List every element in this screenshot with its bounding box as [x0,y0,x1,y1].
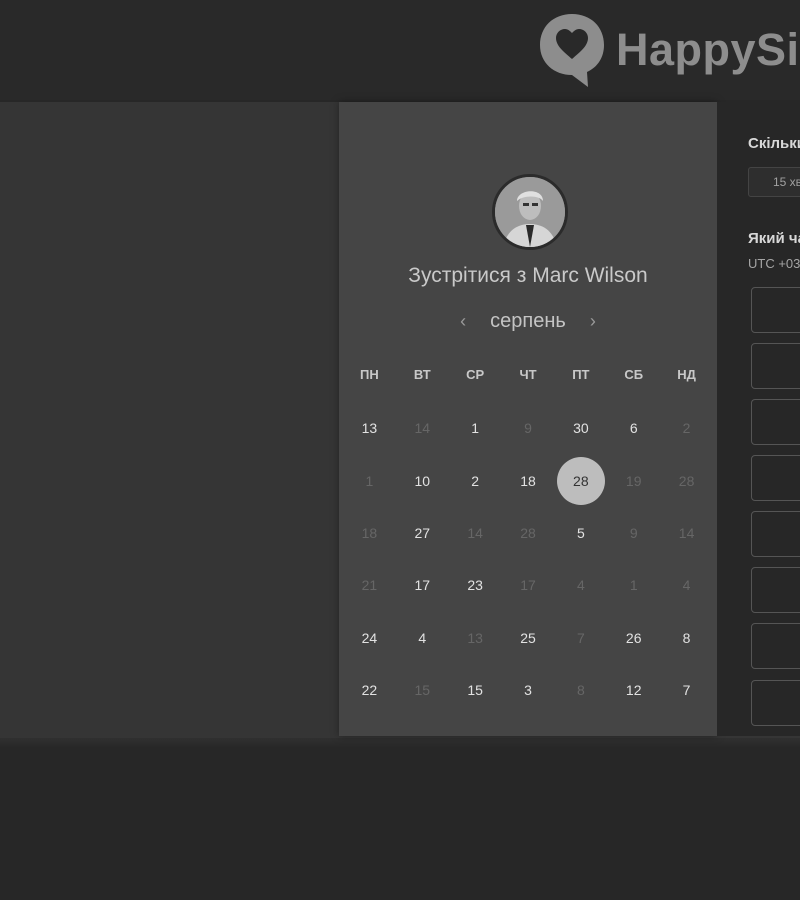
calendar-day[interactable]: 26 [607,612,660,664]
calendar-day: 28 [678,472,695,489]
heart-chat-icon [540,14,604,87]
calendar-day[interactable]: 27 [396,507,449,559]
header: HappySig [0,0,800,100]
calendar-day[interactable]: 15 [449,664,502,716]
band-shadow [0,738,800,748]
calendar-card: Зустрітися з Marc Wilson ‹ серпень › ПН … [339,102,717,736]
time-slot-button[interactable] [751,511,800,557]
chevron-right-icon[interactable]: › [582,311,604,332]
time-slot-button[interactable] [751,567,800,613]
calendar-day: 19 [625,472,642,489]
calendar-day[interactable]: 3 [502,664,555,716]
meeting-title: Зустрітися з Marc Wilson [408,264,648,287]
calendar-day[interactable]: 10 [396,454,449,506]
calendar-day[interactable]: 1 [449,402,502,454]
weekday-label: НД [677,367,696,382]
calendar-day[interactable]: 7 [660,664,713,716]
calendar-day: 14 [414,420,431,437]
calendar-day: 2 [682,420,691,437]
month-navigation: ‹ серпень › [339,310,717,333]
duration-label: Скільки [748,135,800,152]
calendar-day: 17 [520,577,536,594]
calendar-day[interactable]: 22 [343,664,396,716]
calendar-day[interactable]: 2 [449,454,502,506]
calendar-day: 18 [361,524,378,541]
calendar-day[interactable]: 13 [343,402,396,454]
calendar-day-selected[interactable]: 28 [554,454,607,506]
selected-day-label: 28 [556,456,605,505]
timezone-label: UTC +03 [748,256,800,271]
weekday-label: ВТ [413,367,431,382]
calendar-day: 9 [629,524,638,541]
calendar-day[interactable]: 23 [449,559,502,611]
weekday-label: ЧТ [519,367,537,382]
time-slot-button[interactable] [751,399,800,445]
calendar-day: 4 [576,577,585,594]
weekday-label: СР [466,367,485,382]
calendar-day[interactable]: 5 [554,507,607,559]
calendar-grid: 13 14 1 9 30 6 2 1 10 2 18 28 19 28 18 2… [343,402,713,716]
weekday-label: СБ [624,367,644,382]
weekday-label: ПТ [572,367,590,382]
calendar-day: 13 [467,629,483,646]
weekday-label: ПН [360,367,379,382]
calendar-day[interactable]: 24 [343,612,396,664]
calendar-day: 15 [414,682,431,699]
logo-text: HappySig [616,24,800,75]
weekday-header: ПН ВТ СР ЧТ ПТ СБ НД [343,367,713,382]
time-selection-panel: Скільки 15 хв Який ча UTC +03 [717,102,800,736]
calendar-day: 9 [524,420,532,437]
calendar-day: 1 [629,577,638,594]
time-label: Який ча [748,230,800,247]
calendar-day[interactable]: 8 [660,612,713,664]
calendar-day: 7 [576,629,585,646]
calendar-day: 21 [361,577,378,594]
person-icon [495,177,565,247]
calendar-day: 28 [520,524,536,541]
calendar-day[interactable]: 25 [502,612,555,664]
calendar-day: 14 [467,524,483,541]
calendar-day: 8 [576,682,585,699]
duration-select[interactable]: 15 хв [748,167,800,197]
month-label: серпень [490,310,566,332]
calendar-day[interactable]: 18 [502,454,555,506]
calendar-day[interactable]: 12 [607,664,660,716]
page: HappySig Зустрітися з Marc Wilson ‹ серп… [0,0,800,900]
calendar-day: 4 [682,577,691,594]
calendar-day[interactable]: 6 [607,402,660,454]
time-slot-button[interactable] [751,455,800,501]
calendar-day[interactable]: 30 [554,402,607,454]
chevron-left-icon[interactable]: ‹ [452,311,474,332]
time-slot-button[interactable] [751,343,800,389]
time-slot-button[interactable] [751,623,800,669]
calendar-day[interactable]: 17 [396,559,449,611]
logo[interactable]: HappySig [538,12,800,88]
calendar-day: 14 [678,524,695,541]
calendar-day[interactable]: 4 [396,612,449,664]
calendar-day: 1 [365,472,374,489]
avatar [492,174,568,250]
time-slot-button[interactable] [751,680,800,726]
time-slot-button[interactable] [751,287,800,333]
